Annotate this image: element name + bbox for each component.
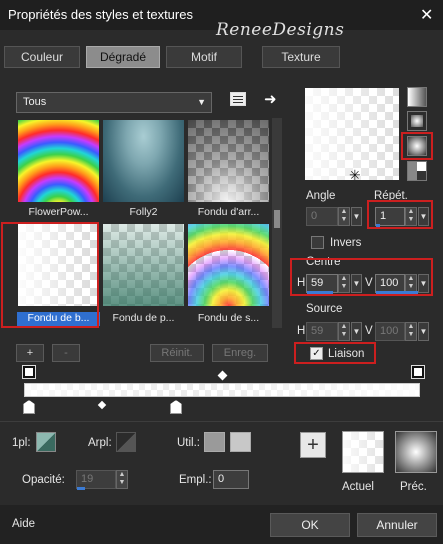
save-button[interactable]: Enreg. xyxy=(212,344,268,362)
radial-style-icon[interactable] xyxy=(407,161,427,181)
gradient-preview[interactable]: ✳ xyxy=(305,88,399,182)
arpl-label: Arpl: xyxy=(88,437,112,449)
gradient-list-scrollbar[interactable] xyxy=(272,118,282,328)
util-color-1[interactable] xyxy=(204,432,225,452)
source-h-input[interactable]: 59 xyxy=(306,322,338,341)
source-v-input[interactable]: 100 xyxy=(375,322,405,341)
swatch-fondu-de-s[interactable] xyxy=(188,224,269,306)
util-color-2[interactable] xyxy=(230,432,251,452)
chevron-down-icon: ▼ xyxy=(197,97,206,107)
category-dropdown[interactable]: Tous ▼ xyxy=(16,92,212,113)
rectangular-style-icon[interactable] xyxy=(407,111,427,131)
opacity-stop-start[interactable] xyxy=(23,400,35,414)
linear-style-icon[interactable] xyxy=(407,87,427,107)
reset-button[interactable]: Réinit. xyxy=(150,344,204,362)
source-v-label: V xyxy=(365,325,373,337)
angle-dropdown[interactable]: ▼ xyxy=(351,207,362,226)
divider xyxy=(0,421,443,422)
highlight-link xyxy=(294,342,376,364)
swatch-label: Fondu de p... xyxy=(112,312,175,324)
angle-spinner[interactable]: ▲ ▼ xyxy=(338,207,350,226)
arrow-right-icon[interactable]: ➜ xyxy=(264,90,277,108)
swatch-label: Fondu de s... xyxy=(197,312,260,324)
source-v-spinner[interactable]: ▲ ▼ xyxy=(405,322,417,341)
swatch-label: Fondu d'arr... xyxy=(197,206,260,218)
cancel-button[interactable]: Annuler xyxy=(357,513,437,537)
previous-preview[interactable] xyxy=(395,431,437,473)
empl-input[interactable]: 0 xyxy=(213,470,249,489)
tab-motif[interactable]: Motif xyxy=(166,46,242,68)
opacity-spinner[interactable]: ▲ ▼ xyxy=(116,470,128,489)
watermark-text: ReneeDesigns xyxy=(216,20,345,40)
highlight-repeat xyxy=(367,200,433,229)
tab-degrade[interactable]: Dégradé xyxy=(86,46,160,68)
midpoint-marker[interactable] xyxy=(217,370,228,381)
end-stop-marker[interactable] xyxy=(411,365,425,379)
angle-input[interactable]: 0 xyxy=(306,207,338,226)
angle-label: Angle xyxy=(306,190,336,202)
tab-couleur[interactable]: Couleur xyxy=(4,46,80,68)
invert-label: Invers xyxy=(330,237,362,249)
current-label: Actuel xyxy=(342,481,374,493)
source-h-spinner[interactable]: ▲ ▼ xyxy=(338,322,350,341)
library-icon[interactable] xyxy=(230,92,246,106)
tab-texture[interactable]: Texture xyxy=(262,46,340,68)
remove-gradient-button[interactable]: - xyxy=(52,344,80,362)
gradient-bar[interactable] xyxy=(24,383,420,397)
previous-label: Préc. xyxy=(400,481,427,493)
invert-checkbox[interactable] xyxy=(311,236,324,249)
highlight-style-button xyxy=(401,132,433,160)
source-v-dropdown[interactable]: ▼ xyxy=(418,322,429,341)
help-link[interactable]: Aide xyxy=(12,518,35,530)
scrollbar-thumb[interactable] xyxy=(274,210,280,228)
swatch-label: FlowerPow... xyxy=(28,206,89,218)
window-title: Propriétés des styles et textures xyxy=(8,7,193,22)
source-h-label: H xyxy=(297,325,306,337)
category-value: Tous xyxy=(23,96,47,108)
pl-swatch[interactable] xyxy=(36,432,56,452)
swatch-label: Folly2 xyxy=(129,206,158,218)
current-preview xyxy=(342,431,384,473)
opacity-midpoint[interactable] xyxy=(97,400,107,410)
swatch-flowerpower[interactable] xyxy=(18,120,99,202)
opacity-label: Opacité: xyxy=(22,474,65,486)
opacity-slider[interactable] xyxy=(77,487,85,490)
source-h-dropdown[interactable]: ▼ xyxy=(351,322,362,341)
swatch-fondu-de-p[interactable] xyxy=(103,224,184,306)
add-gradient-button[interactable]: + xyxy=(16,344,44,362)
pl-label: 1pl: xyxy=(12,437,31,449)
util-label: Util.: xyxy=(177,437,200,449)
add-to-swatches-button[interactable]: + xyxy=(300,432,326,458)
swatch-fondu-darr[interactable] xyxy=(188,120,269,202)
highlight-center xyxy=(290,258,433,296)
source-label: Source xyxy=(306,303,343,315)
arpl-swatch[interactable] xyxy=(116,432,136,452)
opacity-stop-end[interactable] xyxy=(170,400,182,414)
empl-label: Empl.: xyxy=(179,474,212,486)
close-icon[interactable]: ✕ xyxy=(420,5,433,25)
center-crosshair-icon[interactable]: ✳ xyxy=(349,168,361,182)
ok-button[interactable]: OK xyxy=(270,513,350,537)
swatch-folly2[interactable] xyxy=(103,120,184,202)
start-stop-marker[interactable] xyxy=(22,365,36,379)
highlight-selected-swatch xyxy=(1,222,99,328)
